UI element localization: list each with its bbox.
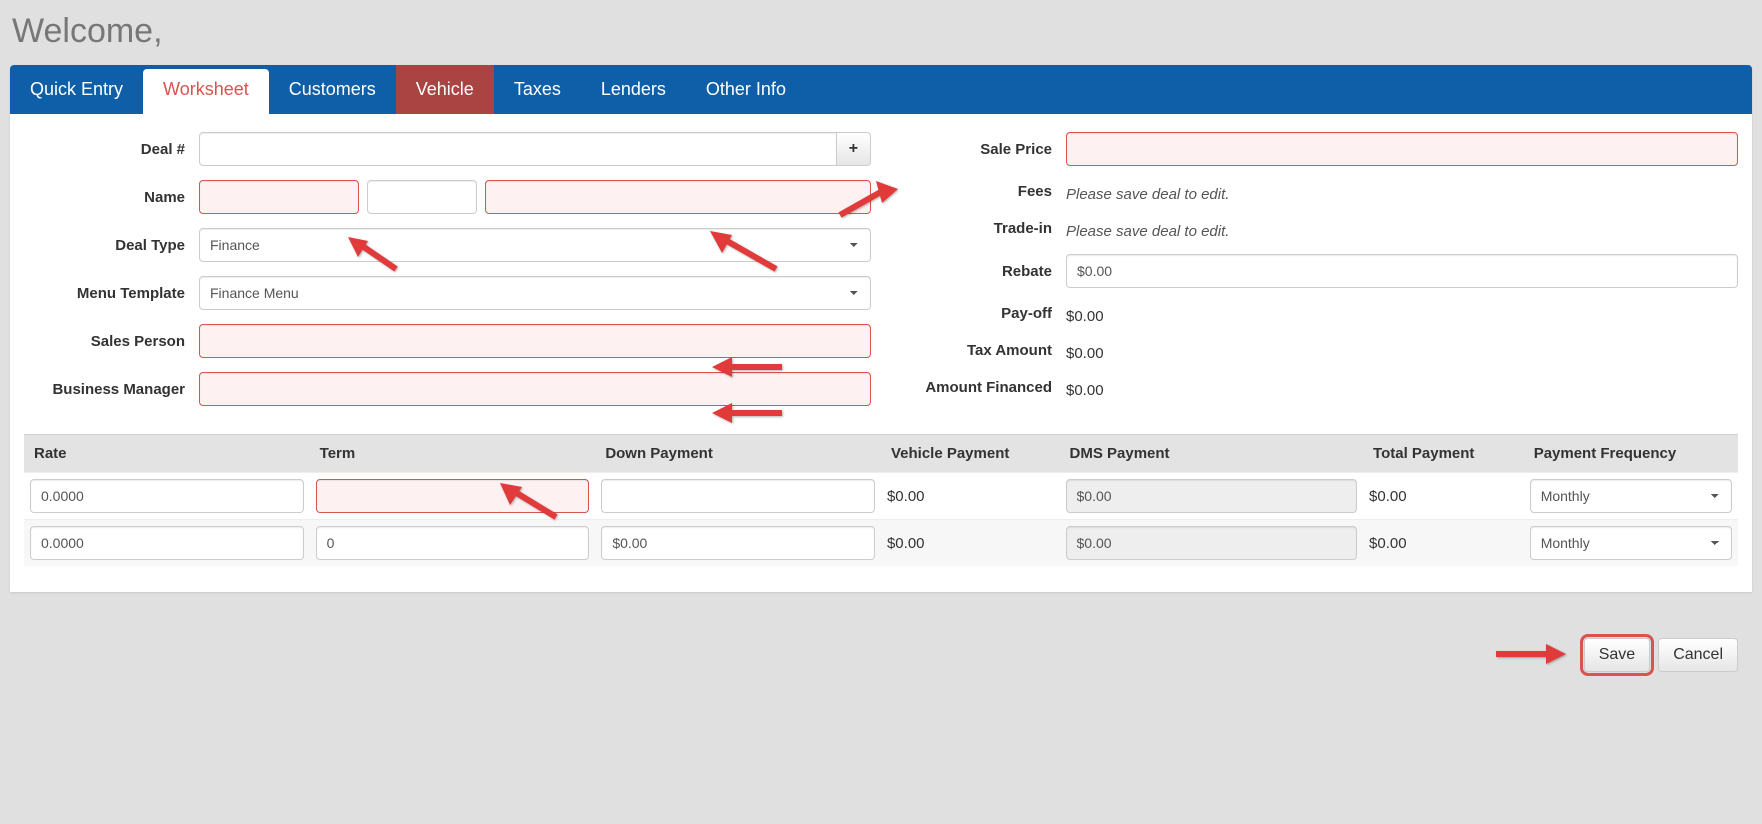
menu-template-select[interactable]: Finance Menu: [199, 276, 871, 310]
left-column: Deal # + Name: [24, 132, 871, 420]
annotation-arrow: [1490, 642, 1570, 669]
payment-table: Rate Term Down Payment Vehicle Payment D…: [24, 434, 1738, 566]
payoff-value: $0.00: [1066, 302, 1104, 325]
rate-input[interactable]: [30, 479, 304, 513]
col-term: Term: [310, 435, 596, 473]
down-payment-input[interactable]: [601, 526, 875, 560]
dms-payment-input: [1066, 479, 1358, 513]
payment-table-wrap: Rate Term Down Payment Vehicle Payment D…: [24, 434, 1738, 566]
col-down-payment: Down Payment: [595, 435, 881, 473]
amount-financed-label: Amount Financed: [891, 379, 1066, 396]
tab-lenders[interactable]: Lenders: [581, 65, 686, 114]
middle-name-input[interactable]: [367, 180, 477, 214]
worksheet-panel: Quick Entry Worksheet Customers Vehicle …: [10, 65, 1752, 592]
dms-payment-input: [1066, 526, 1358, 560]
rate-input[interactable]: [30, 526, 304, 560]
col-vehicle-payment: Vehicle Payment: [881, 435, 1060, 473]
last-name-input[interactable]: [485, 180, 871, 214]
total-payment-value: $0.00: [1363, 520, 1524, 567]
right-column: Sale Price Fees Please save deal to edit…: [891, 132, 1738, 420]
table-row: $0.00$0.00Monthly: [24, 473, 1738, 520]
total-payment-value: $0.00: [1363, 473, 1524, 520]
first-name-input[interactable]: [199, 180, 359, 214]
down-payment-input[interactable]: [601, 479, 875, 513]
cancel-button[interactable]: Cancel: [1658, 638, 1738, 672]
tab-other-info[interactable]: Other Info: [686, 65, 806, 114]
deal-number-label: Deal #: [24, 141, 199, 158]
deal-type-label: Deal Type: [24, 237, 199, 254]
rebate-input[interactable]: [1066, 254, 1738, 288]
tab-customers[interactable]: Customers: [269, 65, 396, 114]
deal-number-input[interactable]: [199, 132, 837, 166]
tax-amount-label: Tax Amount: [891, 342, 1066, 359]
sales-person-label: Sales Person: [24, 333, 199, 350]
vehicle-payment-value: $0.00: [881, 520, 1060, 567]
amount-financed-value: $0.00: [1066, 376, 1104, 399]
tab-worksheet[interactable]: Worksheet: [143, 69, 269, 114]
col-total-payment: Total Payment: [1363, 435, 1524, 473]
welcome-heading: Welcome,: [12, 12, 1752, 51]
fees-text: Please save deal to edit.: [1066, 180, 1229, 203]
business-manager-select[interactable]: [199, 372, 871, 406]
payment-frequency-select[interactable]: Monthly: [1530, 479, 1732, 513]
save-button[interactable]: Save: [1584, 638, 1650, 672]
col-payment-frequency: Payment Frequency: [1524, 435, 1738, 473]
tab-quick-entry[interactable]: Quick Entry: [10, 65, 143, 114]
tab-bar: Quick Entry Worksheet Customers Vehicle …: [10, 65, 1752, 114]
payoff-label: Pay-off: [891, 305, 1066, 322]
tax-amount-value: $0.00: [1066, 339, 1104, 362]
trade-in-label: Trade-in: [891, 220, 1066, 237]
name-label: Name: [24, 189, 199, 206]
tab-vehicle[interactable]: Vehicle: [396, 65, 494, 114]
plus-icon: +: [849, 140, 858, 158]
trade-in-text: Please save deal to edit.: [1066, 217, 1229, 240]
payment-frequency-select[interactable]: Monthly: [1530, 526, 1732, 560]
sales-person-select[interactable]: [199, 324, 871, 358]
sale-price-input[interactable]: [1066, 132, 1738, 166]
sale-price-label: Sale Price: [891, 141, 1066, 158]
table-row: $0.00$0.00Monthly: [24, 520, 1738, 567]
rebate-label: Rebate: [891, 263, 1066, 280]
menu-template-label: Menu Template: [24, 285, 199, 302]
tab-taxes[interactable]: Taxes: [494, 65, 581, 114]
term-input[interactable]: [316, 479, 590, 513]
fees-label: Fees: [891, 183, 1066, 200]
deal-type-select[interactable]: Finance: [199, 228, 871, 262]
term-input[interactable]: [316, 526, 590, 560]
col-dms-payment: DMS Payment: [1060, 435, 1364, 473]
footer-actions: Save Cancel: [10, 592, 1752, 686]
add-deal-button[interactable]: +: [837, 132, 871, 166]
business-manager-label: Business Manager: [24, 381, 199, 398]
vehicle-payment-value: $0.00: [881, 473, 1060, 520]
col-rate: Rate: [24, 435, 310, 473]
